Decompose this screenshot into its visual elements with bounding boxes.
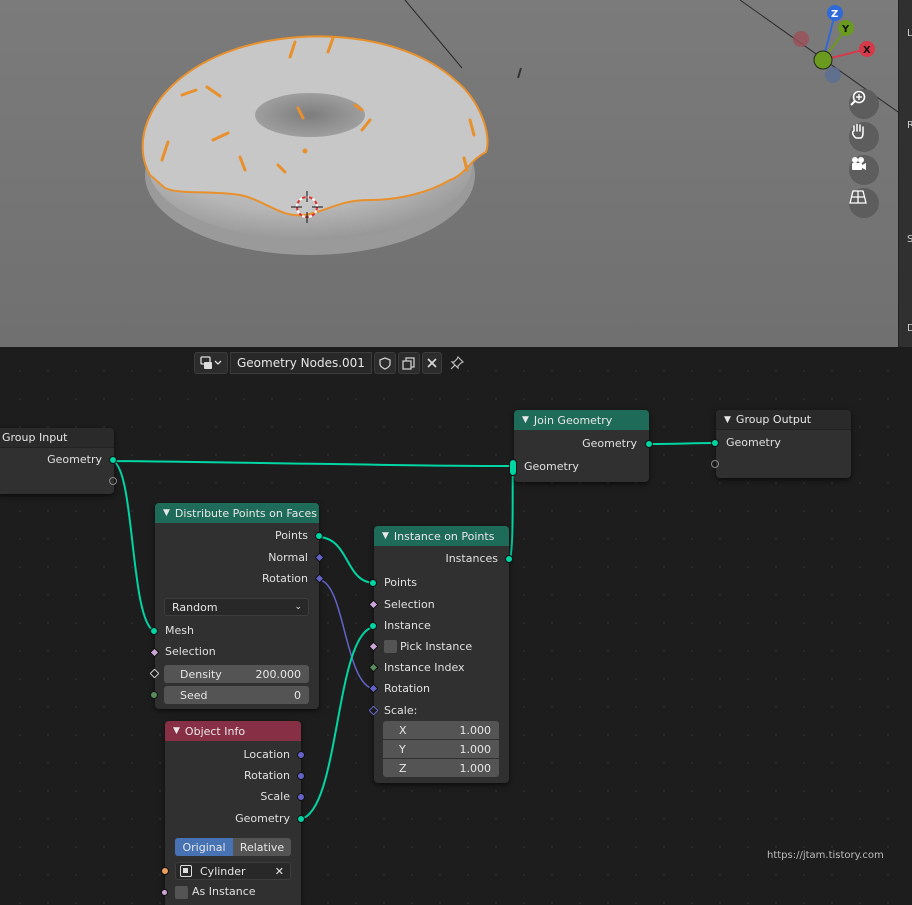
pick-instance-checkbox[interactable] xyxy=(384,640,397,653)
collapse-chevron-icon[interactable]: ▼ xyxy=(173,726,180,736)
node-title: Group Input xyxy=(0,428,114,448)
input-label: Geometry xyxy=(524,460,579,473)
instances-output-socket[interactable] xyxy=(505,555,513,563)
svg-text:X: X xyxy=(863,45,871,56)
scale-output-socket[interactable] xyxy=(297,793,305,801)
distribute-points-node[interactable]: ▼ Distribute Points on Faces Points Norma… xyxy=(149,503,325,709)
scale-y-field[interactable]: Y 1.000 xyxy=(383,740,499,758)
properties-panel-edge: L R S D xyxy=(898,0,912,347)
output-label: Rotation xyxy=(261,572,308,585)
duplicate-icon[interactable] xyxy=(397,352,420,374)
input-label: Instance Index xyxy=(384,661,465,674)
input-label: Selection xyxy=(165,645,216,658)
output-label: Normal xyxy=(268,551,308,564)
input-label: Mesh xyxy=(165,624,194,637)
geometry-output-socket[interactable] xyxy=(109,456,117,464)
output-label: Geometry xyxy=(235,812,290,825)
zoom-icon[interactable] xyxy=(849,89,879,119)
rotation-output-socket[interactable] xyxy=(297,772,305,780)
output-label: Rotation xyxy=(243,769,290,782)
node-title: ▼ Group Output xyxy=(716,410,851,430)
clear-x-icon[interactable]: ✕ xyxy=(275,865,290,878)
collapse-chevron-icon[interactable]: ▼ xyxy=(724,415,731,425)
collapse-chevron-icon[interactable]: ▼ xyxy=(522,415,529,425)
geometry-input-socket[interactable] xyxy=(711,439,719,447)
watermark-text: https://jtam.tistory.com xyxy=(767,850,884,861)
group-output-node[interactable]: ▼ Group Output Geometry xyxy=(711,410,851,478)
node-tree-name-field[interactable]: Geometry Nodes.001 xyxy=(230,352,372,374)
axis-gizmo: Z Y X xyxy=(793,5,875,83)
input-label: As Instance xyxy=(192,885,256,898)
group-input-node[interactable]: Group Input Geometry xyxy=(0,428,117,494)
object-cube-icon xyxy=(180,865,192,877)
node-title: ▼ Distribute Points on Faces xyxy=(155,503,319,523)
output-label: Points xyxy=(274,529,308,542)
mesh-input-socket[interactable] xyxy=(150,627,158,635)
fake-user-shield-icon[interactable] xyxy=(373,352,396,374)
svg-text:Y: Y xyxy=(841,24,850,35)
distribute-mode-dropdown[interactable]: Random ⌄ xyxy=(164,598,309,616)
node-title: ▼ Instance on Points xyxy=(374,526,509,546)
svg-text:Z: Z xyxy=(831,9,838,20)
output-label: Geometry xyxy=(582,437,637,450)
relative-option-button[interactable]: Relative xyxy=(233,838,291,856)
pan-hand-icon[interactable] xyxy=(849,122,879,152)
input-label: Rotation xyxy=(384,682,431,695)
seed-field[interactable]: Seed 0 xyxy=(164,686,309,704)
points-output-socket[interactable] xyxy=(315,532,323,540)
multi-input-socket[interactable] xyxy=(509,459,517,476)
empty-input-socket[interactable] xyxy=(711,460,719,468)
output-label: Scale xyxy=(260,790,290,803)
scale-x-field[interactable]: X 1.000 xyxy=(383,721,499,739)
as-instance-checkbox[interactable] xyxy=(175,886,188,899)
collapse-chevron-icon[interactable]: ▼ xyxy=(163,508,170,518)
object-info-node[interactable]: ▼ Object Info Location Rotation Scale Geo… xyxy=(161,721,305,905)
geometry-output-socket[interactable] xyxy=(645,440,653,448)
ortho-grid-icon[interactable] xyxy=(849,188,879,218)
node-tree-browse-button[interactable] xyxy=(194,352,228,374)
transform-space-toggle: Original Relative xyxy=(175,838,291,856)
object-picker-field[interactable]: Cylinder ✕ xyxy=(175,862,291,880)
panel-letter: L xyxy=(907,28,912,39)
geometry-output-socket[interactable] xyxy=(297,815,305,823)
output-label: Geometry xyxy=(47,453,102,466)
3d-viewport[interactable]: Z Y X xyxy=(0,0,898,347)
panel-letter: R xyxy=(907,120,912,131)
original-option-button[interactable]: Original xyxy=(175,838,233,856)
camera-view-icon[interactable] xyxy=(849,155,879,185)
join-geometry-node[interactable]: ▼ Join Geometry Geometry Geometry xyxy=(509,410,653,482)
input-label: Scale: xyxy=(384,704,418,717)
panel-letter: S xyxy=(907,234,912,245)
input-label: Pick Instance xyxy=(400,640,473,653)
output-label: Instances xyxy=(445,552,498,565)
node-title: ▼ Join Geometry xyxy=(514,410,649,430)
chevron-down-icon: ⌄ xyxy=(294,602,302,612)
instance-input-socket[interactable] xyxy=(369,622,377,630)
location-output-socket[interactable] xyxy=(297,751,305,759)
as-instance-socket[interactable] xyxy=(161,889,168,896)
points-input-socket[interactable] xyxy=(369,579,377,587)
density-field[interactable]: Density 200.000 xyxy=(164,665,309,683)
donut-scene: Z Y X xyxy=(141,0,898,255)
input-label: Selection xyxy=(384,598,435,611)
instance-on-points-node[interactable]: ▼ Instance on Points Instances Points Sel… xyxy=(368,526,513,783)
seed-input-socket[interactable] xyxy=(150,691,158,699)
scale-z-field[interactable]: Z 1.000 xyxy=(383,759,499,777)
output-label: Location xyxy=(243,748,290,761)
node-title: ▼ Object Info xyxy=(165,721,301,741)
input-label: Instance xyxy=(384,619,431,632)
collapse-chevron-icon[interactable]: ▼ xyxy=(382,531,389,541)
input-label: Geometry xyxy=(726,436,781,449)
unlink-close-icon[interactable] xyxy=(421,352,442,374)
empty-output-socket[interactable] xyxy=(109,477,117,485)
input-label: Points xyxy=(384,576,418,589)
node-tree-icon xyxy=(200,356,222,369)
object-input-socket[interactable] xyxy=(161,867,169,875)
node-editor-header: Geometry Nodes.001 xyxy=(194,352,470,374)
panel-letter: D xyxy=(907,323,912,334)
pin-icon[interactable] xyxy=(444,352,470,374)
